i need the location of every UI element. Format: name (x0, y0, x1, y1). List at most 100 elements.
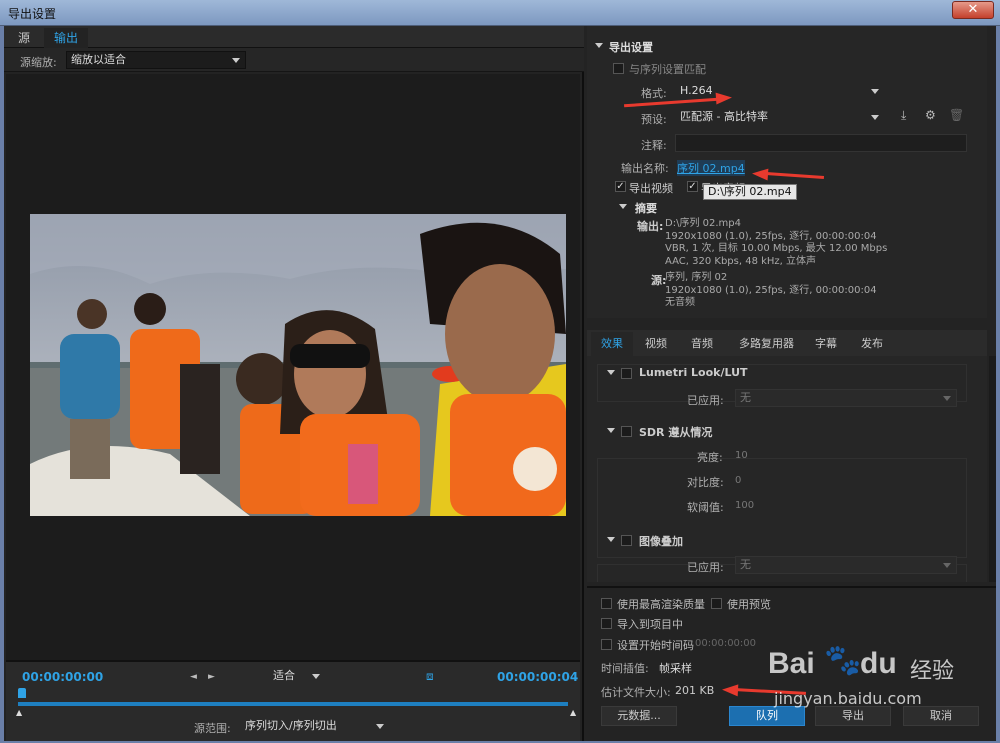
chevron-down-icon (943, 396, 951, 401)
export-settings-window: 源 输出 源缩放: 缩放以适合 00:00:00:00 ◄ ► 适合 ⧈ 00:… (4, 26, 996, 741)
overlay-checkbox[interactable] (621, 535, 632, 546)
summary-output-line: 1920x1080 (1.0), 25fps, 逐行, 00:00:00:04 (665, 230, 877, 242)
preview-viewer (6, 74, 580, 660)
range-select[interactable]: 序列切入/序列切出 (240, 717, 390, 735)
filesize-value: 201 KB (675, 684, 715, 697)
applied-label: 已应用: (687, 394, 724, 407)
summary-source-line: 1920x1080 (1.0), 25fps, 逐行, 00:00:00:04 (665, 284, 877, 296)
output-name-link[interactable]: 序列 02.mp4 (677, 160, 745, 176)
brightness-value[interactable]: 10 (735, 450, 748, 461)
save-preset-icon[interactable]: ⤓ (901, 108, 906, 123)
tab-video[interactable]: 视频 (635, 332, 677, 356)
sdr-checkbox[interactable] (621, 426, 632, 437)
collapse-triangle-icon[interactable] (607, 537, 615, 542)
contrast-value[interactable]: 0 (735, 475, 741, 486)
chevron-down-icon (871, 115, 879, 120)
lumetri-applied-select[interactable]: 无 (735, 389, 957, 407)
summary-output-line: D:\序列 02.mp4 (665, 218, 741, 229)
tab-audio[interactable]: 音频 (681, 332, 723, 356)
comment-label: 注释: (641, 139, 667, 152)
preset-select[interactable]: 匹配源 - 高比特率 (675, 108, 885, 126)
sdr-label: SDR 遵从情况 (639, 426, 713, 439)
metadata-button[interactable]: 元数据... (601, 706, 677, 726)
annotation-arrow-head-icon (715, 91, 733, 105)
collapse-triangle-icon[interactable] (607, 370, 615, 375)
use-preview-checkbox[interactable] (711, 598, 722, 609)
interpolation-value[interactable]: 帧采样 (659, 660, 692, 676)
import-preset-icon[interactable]: ⚙ (925, 108, 936, 122)
lumetri-applied-value: 无 (740, 391, 751, 404)
soft-threshold-value[interactable]: 100 (735, 500, 754, 511)
zoom-select[interactable]: 缩放以适合 (66, 51, 246, 69)
out-point-marker-icon[interactable]: ▲ (570, 708, 576, 717)
overlay-label: 图像叠加 (639, 535, 683, 548)
boat-photo-image (30, 214, 566, 516)
format-label: 格式: (641, 87, 667, 100)
summary-source-line: 无音频 (665, 297, 695, 308)
use-preview-label: 使用预览 (727, 598, 771, 611)
zoom-label: 源缩放: (20, 56, 57, 69)
watermark-brand-suffix: du (860, 647, 897, 680)
mark-in-icon[interactable]: ◄ (190, 672, 197, 682)
timecode-start[interactable]: 00:00:00:00 (22, 670, 103, 684)
tab-captions[interactable]: 字幕 (805, 332, 847, 356)
aspect-correction-icon[interactable]: ⧈ (426, 669, 434, 684)
preset-label: 预设: (641, 113, 667, 126)
tab-source[interactable]: 源 (8, 28, 40, 48)
summary-output-label: 输出: (637, 220, 664, 233)
set-timecode-checkbox[interactable] (601, 639, 612, 650)
lumetri-label: Lumetri Look/LUT (639, 366, 748, 379)
collapse-triangle-icon[interactable] (607, 428, 615, 433)
overlay-applied-select[interactable]: 无 (735, 556, 957, 574)
max-quality-label: 使用最高渲染质量 (617, 598, 705, 611)
annotation-arrow-head-icon (751, 167, 769, 181)
format-select[interactable]: H.264 (675, 82, 885, 100)
collapse-triangle-icon[interactable] (619, 204, 627, 209)
export-video-checkbox[interactable]: ✓ (615, 181, 626, 192)
annotation-arrow-head-icon (721, 683, 739, 697)
delete-preset-icon[interactable]: 🗑 (949, 108, 964, 122)
in-point-marker-icon[interactable]: ▲ (16, 708, 22, 717)
summary-header: 摘要 (635, 202, 657, 215)
tooltip: D:\序列 02.mp4 (703, 184, 797, 200)
applied-label: 已应用: (687, 561, 724, 574)
timecode-end[interactable]: 00:00:00:04 (497, 670, 578, 684)
preview-tabs: 源 输出 (4, 26, 584, 48)
set-timecode-label: 设置开始时间码 (617, 639, 694, 652)
match-sequence-checkbox[interactable] (613, 63, 624, 74)
zoom-row: 源缩放: 缩放以适合 (4, 48, 584, 72)
contrast-label: 对比度: (687, 476, 724, 489)
import-project-checkbox[interactable] (601, 618, 612, 629)
collapse-triangle-icon[interactable] (595, 43, 603, 48)
tab-publish[interactable]: 发布 (851, 332, 893, 356)
baidu-watermark: Bai 🐾 du 经验 jingyan.baidu.com (768, 643, 992, 723)
max-quality-checkbox[interactable] (601, 598, 612, 609)
paw-icon: 🐾 (824, 643, 862, 678)
chevron-down-icon (312, 674, 320, 679)
export-settings-section: 导出设置 与序列设置匹配 格式: H.264 预设: 匹配源 - 高比特率 ⤓ … (587, 26, 987, 318)
title-bar: 导出设置 ✕ (0, 0, 1000, 26)
format-select-value: H.264 (680, 84, 713, 97)
fit-select[interactable]: 适合 (268, 667, 326, 685)
export-audio-checkbox[interactable]: ✓ (687, 181, 698, 192)
watermark-url: jingyan.baidu.com (774, 689, 922, 708)
tab-output[interactable]: 输出 (44, 28, 89, 48)
tab-effects[interactable]: 效果 (591, 332, 633, 356)
comment-input[interactable] (675, 134, 967, 152)
zoom-select-value: 缩放以适合 (71, 53, 126, 66)
brightness-label: 亮度: (697, 451, 723, 464)
timeline-track[interactable] (18, 702, 568, 706)
watermark-brand: Bai (768, 647, 815, 680)
lumetri-checkbox[interactable] (621, 368, 632, 379)
preset-select-value: 匹配源 - 高比特率 (680, 110, 768, 123)
close-button[interactable]: ✕ (952, 1, 994, 19)
set-timecode-value[interactable]: 00:00:00:00 (695, 638, 756, 649)
output-name-label: 输出名称: (621, 162, 669, 175)
tab-multiplexer[interactable]: 多路复用器 (729, 332, 804, 356)
playhead-handle[interactable] (18, 688, 26, 698)
effects-list: Lumetri Look/LUT 已应用: 无 SDR 遵从情况 亮度: 10 … (587, 356, 987, 582)
effects-scrollbar[interactable] (989, 356, 996, 582)
mark-out-icon[interactable]: ► (208, 672, 215, 682)
match-sequence-label: 与序列设置匹配 (629, 63, 706, 76)
summary-output-details: D:\序列 02.mp4 1920x1080 (1.0), 25fps, 逐行,… (665, 218, 887, 268)
